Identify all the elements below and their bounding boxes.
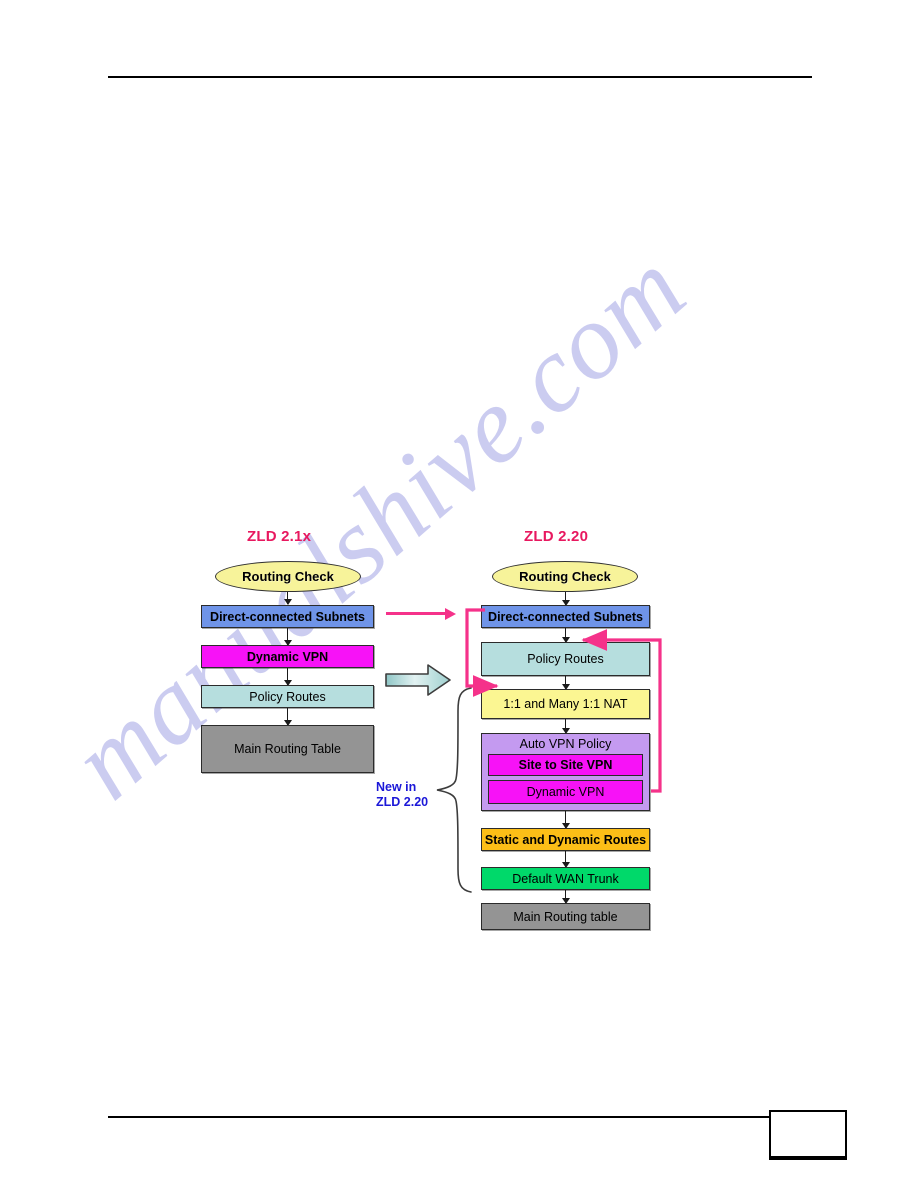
node-right-routing-check: Routing Check: [492, 561, 638, 592]
node-left-direct-connected-subnets: Direct-connected Subnets: [201, 605, 374, 628]
connector-left-3: [283, 668, 292, 686]
loop-arrow-right: [581, 629, 662, 793]
left-column-title: ZLD 2.1x: [247, 528, 312, 545]
loop-arrow-left: [465, 608, 499, 697]
connector-right-7: [561, 890, 570, 904]
new-in-line2: ZLD 2.20: [376, 795, 429, 809]
routing-flow-diagram: ZLD 2.1x ZLD 2.20 Routing Check Direct-c…: [0, 0, 918, 1188]
node-right-static-dynamic-routes: Static and Dynamic Routes: [481, 828, 650, 851]
new-in-line1: New in: [376, 780, 417, 794]
connector-right-6: [561, 851, 570, 868]
connector-left-4: [283, 708, 292, 726]
right-column-title: ZLD 2.20: [524, 528, 589, 545]
new-in-annotation: New in ZLD 2.20: [376, 780, 428, 810]
node-left-main-routing-table: Main Routing Table: [201, 725, 374, 773]
pink-feedback-loops: [465, 608, 662, 793]
node-left-policy-routes: Policy Routes: [201, 685, 374, 708]
node-left-dynamic-vpn: Dynamic VPN: [201, 645, 374, 668]
node-right-default-wan-trunk: Default WAN Trunk: [481, 867, 650, 890]
connector-left-2: [283, 628, 292, 646]
transition-arrow-pink: [386, 607, 456, 620]
node-left-routing-check: Routing Check: [215, 561, 361, 592]
node-right-main-routing-table: Main Routing table: [481, 903, 650, 930]
connector-left-1: [283, 592, 292, 605]
